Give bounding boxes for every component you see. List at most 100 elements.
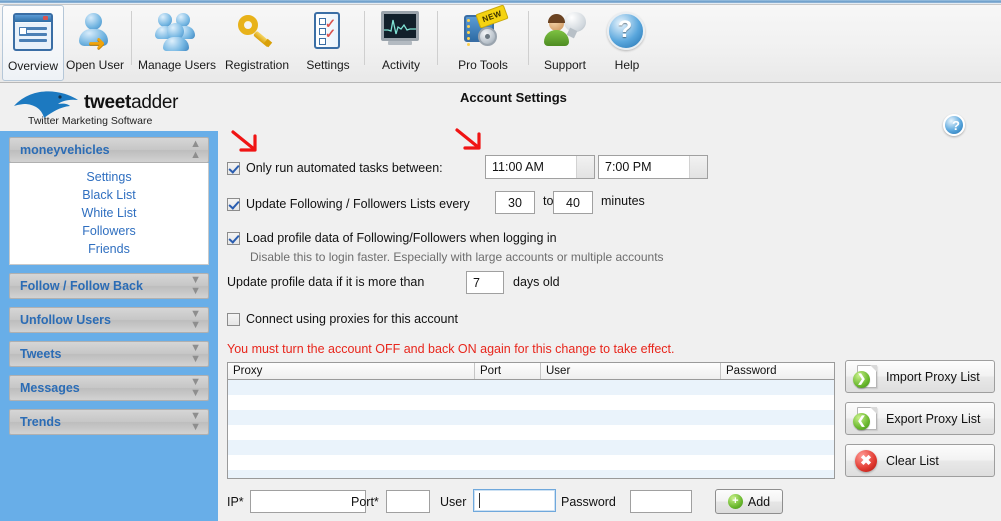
red-x-icon: ✖ [854,448,882,474]
sidebar-panel-header-tweets[interactable]: Tweets ▼ ▼ [9,341,209,367]
ip-input[interactable] [250,490,366,513]
key-icon [234,9,280,55]
sidebar-panel-header-account[interactable]: moneyvehicles ▲ ▲ [9,137,209,163]
account-settings-form: Only run automated tasks between: 11:00 … [218,83,1001,521]
use-proxies-label: Connect using proxies for this account [246,312,458,326]
max-minutes-value: 40 [566,195,580,210]
table-row[interactable] [228,395,834,410]
table-row[interactable] [228,470,834,478]
column-header-user[interactable]: User [541,363,721,379]
load-profile-sublabel: Disable this to login faster. Especially… [250,250,664,264]
sidebar-panel-follow: Follow / Follow Back ▼ ▼ [9,273,209,299]
sidebar-panel-unfollow: Unfollow Users ▼ ▼ [9,307,209,333]
toolbar-item-manage-users[interactable]: Manage Users [137,5,217,81]
pro-tools-icon: NEW [460,4,509,55]
export-proxy-list-button[interactable]: ❮ Export Proxy List [845,402,995,435]
add-button-label: Add [747,494,771,509]
sidebar-panel-header-trends[interactable]: Trends ▼ ▼ [9,409,209,435]
schedule-label: Only run automated tasks between: [246,161,443,175]
toolbar-label-overview: Overview [7,59,58,73]
port-label: Port* [351,495,379,509]
toolbar-separator [437,11,438,65]
column-header-proxy[interactable]: Proxy [228,363,475,379]
load-profile-checkbox[interactable] [227,231,240,245]
chevron-up-icon: ▲ ▲ [190,138,201,161]
start-time-field[interactable]: 11:00 AM [485,155,595,179]
toolbar-item-settings[interactable]: ✓ ✓ Settings [297,5,359,81]
sidebar-panel-tweets: Tweets ▼ ▼ [9,341,209,367]
toolbar-label-open-user: Open User [65,58,125,72]
use-proxies-checkbox[interactable] [227,312,240,326]
main-toolbar: Overview ➜ Open User Manage Users Regist… [0,4,1001,83]
sidebar-panel-title: Tweets [20,347,62,361]
toolbar-item-open-user[interactable]: ➜ Open User [64,5,126,81]
sidebar-panel-header-messages[interactable]: Messages ▼ ▼ [9,375,209,401]
table-row[interactable] [228,380,834,395]
end-time-spinner[interactable] [689,156,707,178]
update-lists-row: Update Following / Followers Lists every [227,197,470,211]
brand-logo: tweetadder Twitter Marketing Software [0,84,218,131]
logo-word-bold: tweet [84,92,132,113]
toolbar-item-pro-tools[interactable]: NEW Pro Tools [443,4,523,81]
import-page-icon: ❯ [853,364,882,390]
profile-age-days-value: 7 [473,275,480,290]
table-row[interactable] [228,425,834,440]
table-row[interactable] [228,455,834,470]
activity-monitor-icon [378,9,424,55]
profile-age-label: Update profile data if it is more than [227,275,425,289]
application-window: Overview ➜ Open User Manage Users Regist… [0,0,1001,521]
load-profile-row: Load profile data of Following/Followers… [227,231,557,245]
sidebar-panel-messages: Messages ▼ ▼ [9,375,209,401]
sidebar-panel-trends: Trends ▼ ▼ [9,409,209,435]
password-label: Password [561,495,616,509]
port-input[interactable] [386,490,430,513]
column-header-password[interactable]: Password [721,363,834,379]
toolbar-item-help[interactable]: ? Help [596,5,658,81]
clear-list-button[interactable]: ✖ Clear List [845,444,995,477]
proxy-warning-text: You must turn the account OFF and back O… [227,342,675,356]
sidebar-panel-title: moneyvehicles [20,143,110,157]
update-lists-checkbox[interactable] [227,197,240,211]
sidebar-link-settings[interactable]: Settings [10,168,208,186]
max-minutes-field[interactable]: 40 [553,191,593,214]
sidebar: moneyvehicles ▲ ▲ Settings Black List Whi… [0,131,218,521]
table-row[interactable] [228,410,834,425]
proxy-table-header: Proxy Port User Password [228,363,834,380]
sidebar-link-followers[interactable]: Followers [10,222,208,240]
sidebar-link-black-list[interactable]: Black List [10,186,208,204]
support-person-icon [542,9,588,55]
table-row[interactable] [228,440,834,455]
min-minutes-field[interactable]: 30 [495,191,535,214]
proxy-table[interactable]: Proxy Port User Password [227,362,835,479]
toolbar-item-registration[interactable]: Registration [217,5,297,81]
end-time-field[interactable]: 7:00 PM [598,155,708,179]
sidebar-link-friends[interactable]: Friends [10,240,208,258]
add-proxy-button[interactable]: + Add [715,489,783,514]
schedule-checkbox[interactable] [227,161,240,175]
use-proxies-row: Connect using proxies for this account [227,312,458,326]
profile-age-days-field[interactable]: 7 [466,271,504,294]
import-proxy-list-button[interactable]: ❯ Import Proxy List [845,360,995,393]
sidebar-link-white-list[interactable]: White List [10,204,208,222]
toolbar-item-overview[interactable]: Overview [2,5,64,81]
sidebar-panel-header-unfollow[interactable]: Unfollow Users ▼ ▼ [9,307,209,333]
toolbar-label-activity: Activity [381,58,420,72]
start-time-spinner[interactable] [576,156,594,178]
column-header-port[interactable]: Port [475,363,541,379]
toolbar-label-manage-users: Manage Users [137,58,217,72]
ip-label: IP* [227,495,244,509]
user-input[interactable] [473,489,556,512]
toolbar-item-support[interactable]: Support [534,5,596,81]
open-user-icon: ➜ [72,9,118,55]
sidebar-panel-header-follow[interactable]: Follow / Follow Back ▼ ▼ [9,273,209,299]
logo-tagline: Twitter Marketing Software [28,115,153,127]
manage-users-icon [154,9,200,55]
sidebar-panel-title: Trends [20,415,61,429]
toolbar-item-activity[interactable]: Activity [370,5,432,81]
green-plus-icon: + [727,494,743,509]
password-input[interactable] [630,490,692,513]
chevron-down-icon: ▼ ▼ [190,342,201,365]
sidebar-panel-body-account: Settings Black List White List Followers… [9,163,209,265]
overview-icon [10,10,56,56]
export-proxy-list-label: Export Proxy List [886,411,981,426]
